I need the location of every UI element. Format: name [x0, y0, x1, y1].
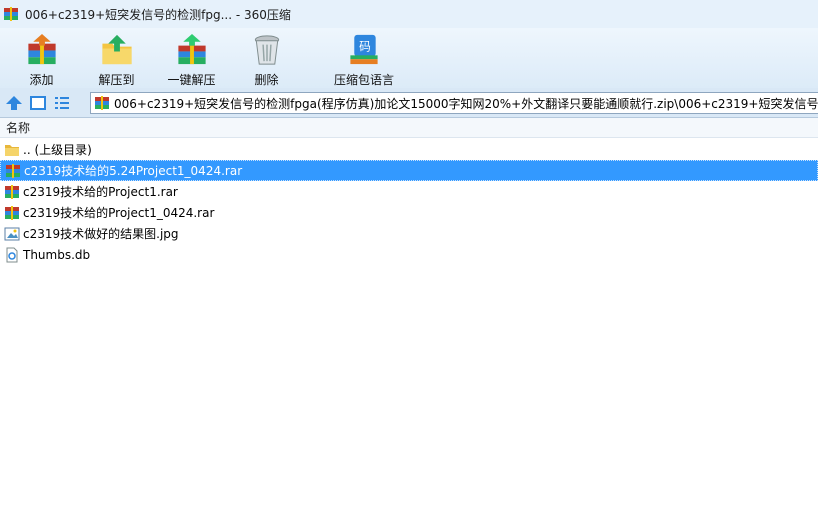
file-name: .. (上级目录): [23, 143, 92, 157]
list-item-parent-folder[interactable]: .. (上级目录): [0, 139, 818, 160]
list-item[interactable]: c2319技术给的Project1_0424.rar: [0, 202, 818, 223]
file-name: c2319技术给的Project1_0424.rar: [23, 206, 215, 220]
address-path-text: 006+c2319+短突发信号的检测fpga(程序仿真)加论文15000字知网2…: [114, 96, 818, 111]
archive-icon: [95, 96, 109, 110]
add-archive-icon: [27, 33, 56, 65]
delete-label: 删除: [254, 73, 279, 87]
thumbnail-view-button[interactable]: [28, 93, 48, 113]
extract-to-button[interactable]: 解压到: [79, 28, 154, 88]
one-click-extract-button[interactable]: 一键解压: [154, 28, 229, 88]
column-header: 名称: [0, 118, 818, 138]
db-file-icon: [6, 247, 18, 262]
list-view-icon: [55, 96, 69, 109]
list-item[interactable]: c2319技术做好的结果图.jpg: [0, 223, 818, 244]
list-view-button[interactable]: [52, 93, 72, 113]
archive-language-label: 压缩包语言: [333, 73, 394, 87]
file-name: c2319技术给的5.24Project1_0424.rar: [24, 164, 243, 178]
app-archive-icon: [4, 7, 18, 21]
file-name: Thumbs.db: [23, 247, 91, 262]
address-bar: 006+c2319+短突发信号的检测fpga(程序仿真)加论文15000字知网2…: [0, 88, 818, 118]
archive-language-button[interactable]: 码 压缩包语言: [304, 28, 424, 88]
up-level-button[interactable]: [4, 93, 24, 113]
delete-trash-icon: [254, 35, 279, 65]
column-name-header[interactable]: 名称: [6, 119, 30, 136]
main-toolbar: 添加 解压到 一键解压 删除 码 压缩包语言: [0, 28, 818, 88]
add-button[interactable]: 添加: [4, 28, 79, 88]
address-path-field[interactable]: 006+c2319+短突发信号的检测fpga(程序仿真)加论文15000字知网2…: [90, 92, 818, 114]
list-item[interactable]: Thumbs.db: [0, 244, 818, 265]
extract-to-icon: [101, 34, 132, 65]
rar-archive-icon: [6, 163, 20, 178]
image-file-icon: [4, 227, 20, 240]
rar-archive-icon: [5, 184, 19, 199]
file-name: c2319技术做好的结果图.jpg: [23, 227, 179, 241]
delete-button[interactable]: 删除: [229, 28, 304, 88]
title-bar: 006+c2319+短突发信号的检测fpg... - 360压缩: [0, 0, 818, 28]
archive-language-icon: 码: [350, 34, 378, 65]
list-item-selected[interactable]: c2319技术给的5.24Project1_0424.rar: [0, 160, 818, 181]
folder-icon: [5, 144, 19, 156]
file-list: .. (上级目录) c2319技术给的5.24Project1_0424.rar…: [0, 139, 818, 265]
window-title: 006+c2319+短突发信号的检测fpg... - 360压缩: [25, 7, 291, 22]
up-arrow-icon: [6, 95, 22, 110]
extract-to-label: 解压到: [98, 73, 135, 87]
one-click-extract-label: 一键解压: [167, 73, 216, 87]
svg-text:码: 码: [359, 39, 371, 53]
add-button-label: 添加: [29, 73, 54, 87]
list-item[interactable]: c2319技术给的Project1.rar: [0, 181, 818, 202]
large-icon-view-icon: [30, 95, 46, 110]
rar-archive-icon: [5, 205, 19, 220]
one-click-extract-icon: [177, 33, 206, 65]
file-name: c2319技术给的Project1.rar: [23, 185, 178, 199]
